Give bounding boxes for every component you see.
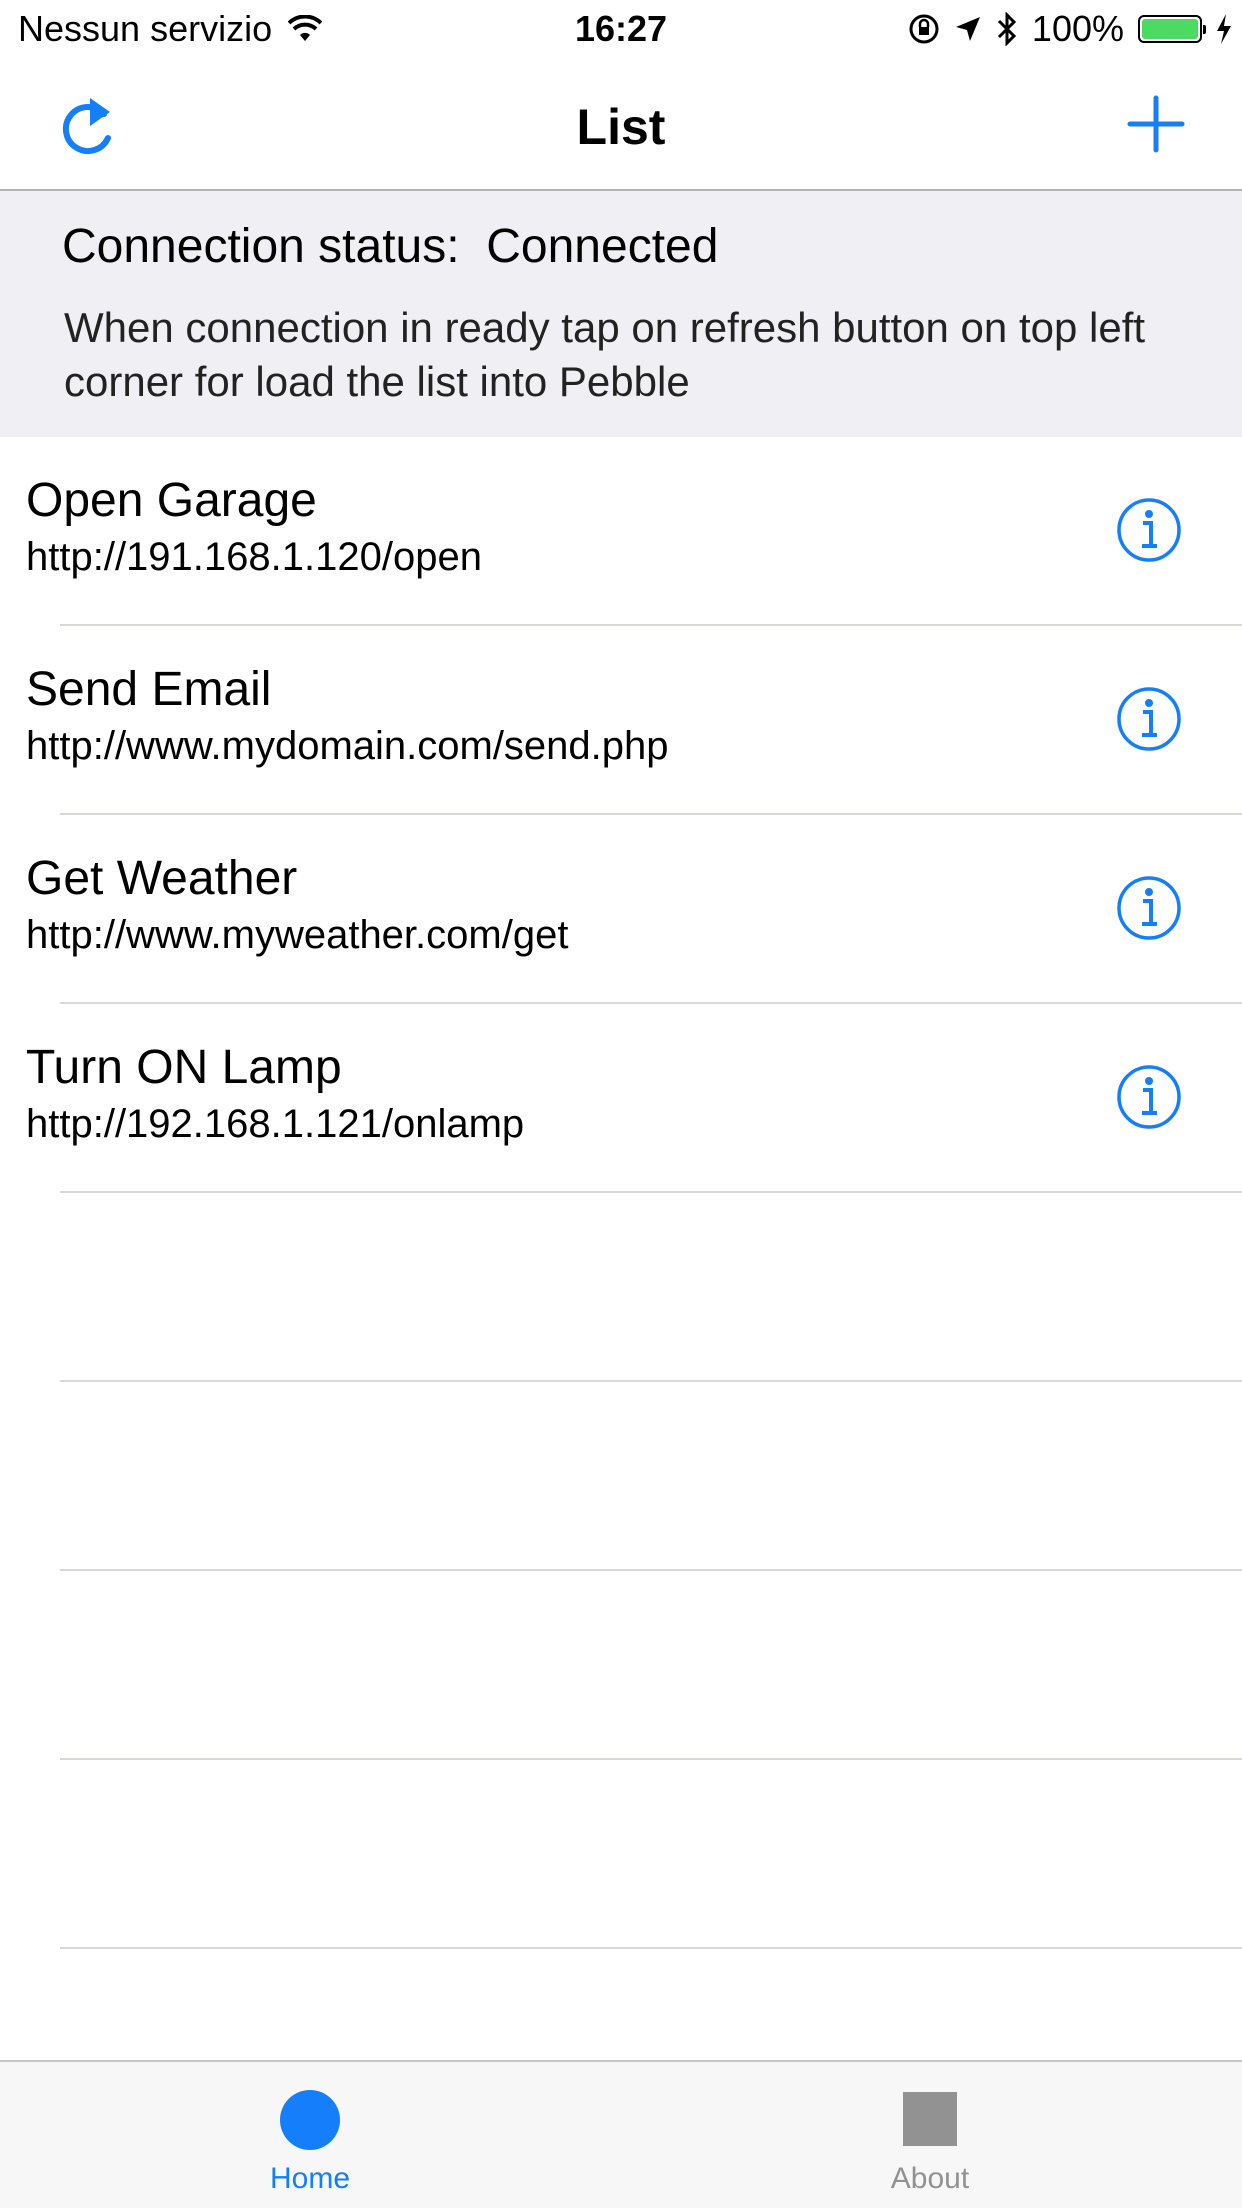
battery-percent: 100% <box>1031 8 1124 49</box>
bluetooth-icon <box>997 12 1017 46</box>
list-item[interactable]: Send Email http://www.mydomain.com/send.… <box>0 626 1242 815</box>
list-item[interactable]: Get Weather http://www.myweather.com/get <box>0 815 1242 1004</box>
list-item-title: Get Weather <box>26 852 298 905</box>
empty-row <box>0 1760 1242 1949</box>
list-item[interactable]: Open Garage http://191.168.1.120/open <box>0 437 1242 626</box>
info-icon[interactable] <box>1116 686 1182 752</box>
tab-label: About <box>890 2162 970 2195</box>
connection-hint: When connection in ready tap on refresh … <box>64 304 1146 405</box>
square-icon <box>903 2092 957 2146</box>
list-item-url: http://www.mydomain.com/send.php <box>26 724 669 768</box>
list-item-title: Send Email <box>26 663 272 716</box>
navigation-bar: List <box>0 60 1242 191</box>
charging-icon <box>1217 14 1231 44</box>
list-item-title: Turn ON Lamp <box>26 1041 342 1094</box>
circle-icon <box>280 2090 340 2150</box>
list-item-url: http://www.myweather.com/get <box>26 913 569 957</box>
list-item-url: http://191.168.1.120/open <box>26 535 482 579</box>
tab-label: Home <box>269 2162 351 2195</box>
connection-panel: Connection status: Connected When connec… <box>0 191 1242 437</box>
list-item-url: http://192.168.1.121/onlamp <box>26 1102 525 1146</box>
status-right: 100% <box>908 8 1232 50</box>
tab-bar: Home About <box>0 2060 1242 2208</box>
empty-row <box>0 1571 1242 1760</box>
plus-icon[interactable] <box>1126 94 1186 154</box>
info-icon[interactable] <box>1116 1064 1182 1130</box>
command-list: Open Garage http://191.168.1.120/open Se… <box>0 437 1242 1949</box>
info-icon[interactable] <box>1116 875 1182 941</box>
empty-row <box>0 1382 1242 1571</box>
info-icon[interactable] <box>1116 497 1182 563</box>
location-icon <box>955 17 980 41</box>
tab-about[interactable]: About <box>830 2062 1030 2208</box>
page-title: List <box>576 99 666 155</box>
orientation-lock-icon <box>909 14 939 44</box>
status-bar: Nessun servizio 16:27 100% <box>0 0 1242 60</box>
connection-status: Connection status: Connected <box>62 220 719 273</box>
battery-icon <box>1138 15 1206 43</box>
empty-row <box>0 1193 1242 1382</box>
list-item[interactable]: Turn ON Lamp http://192.168.1.121/onlamp <box>0 1004 1242 1193</box>
list-item-title: Open Garage <box>26 474 317 527</box>
tab-home[interactable]: Home <box>210 2062 410 2208</box>
